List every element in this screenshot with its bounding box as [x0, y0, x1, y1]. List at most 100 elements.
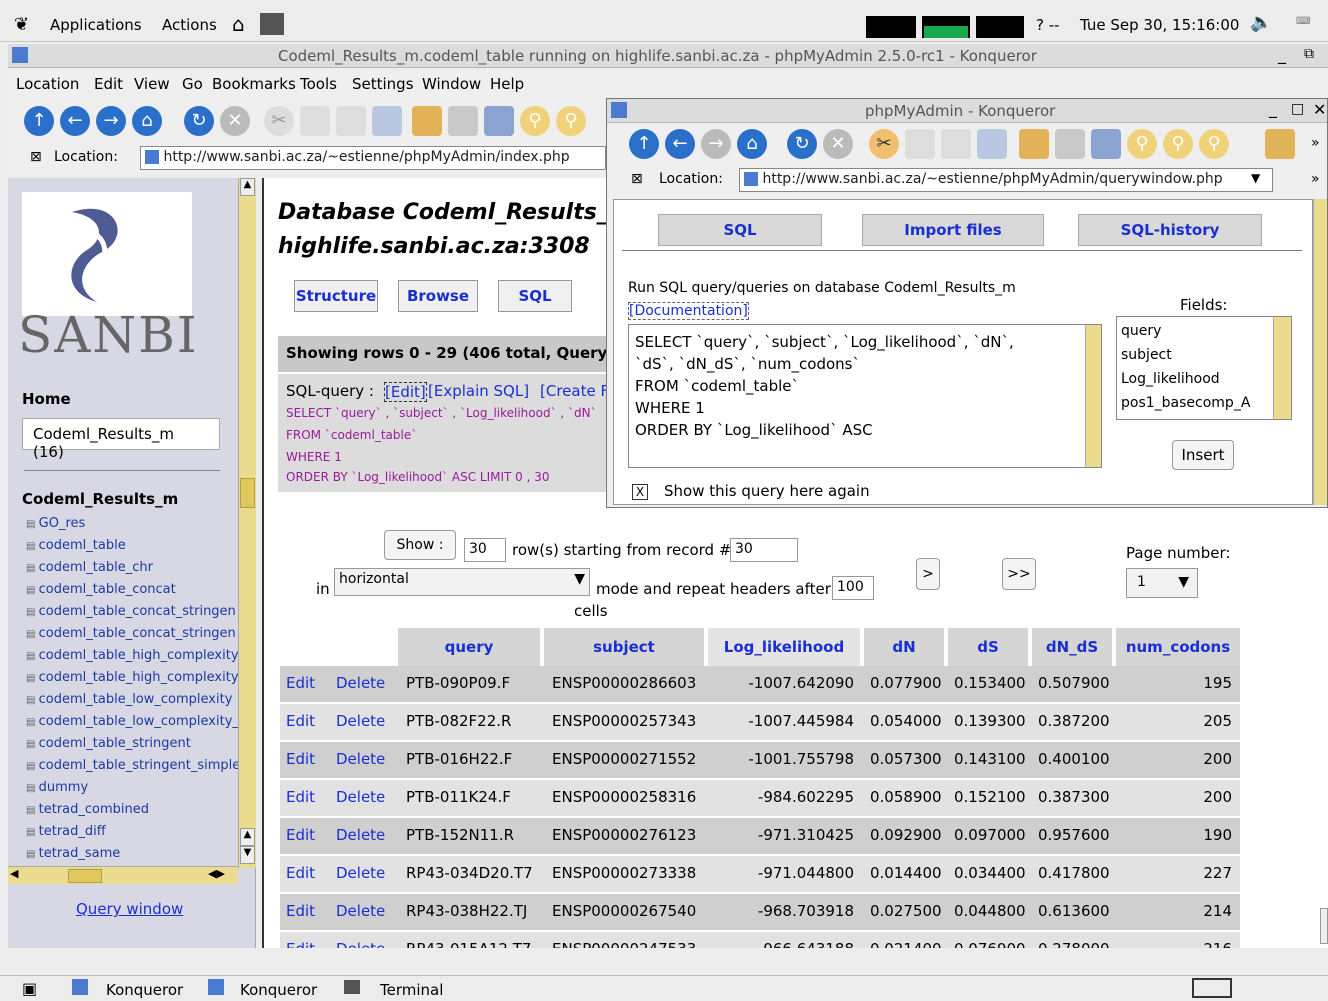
rows-count-input[interactable]: 30	[464, 538, 506, 562]
chevron-down-icon[interactable]: ▼	[1251, 171, 1260, 185]
workspace-switcher[interactable]	[1192, 978, 1232, 998]
row-delete-link[interactable]: Delete	[336, 940, 385, 948]
print-icon[interactable]	[977, 129, 1007, 159]
field-option[interactable]: Log_likelihood	[1121, 371, 1220, 387]
column-header-num-codons[interactable]: num_codons	[1116, 628, 1240, 666]
security-icon[interactable]	[1091, 129, 1121, 159]
stop-icon[interactable]: ✕	[823, 129, 853, 159]
tab-browse[interactable]: Browse	[398, 280, 478, 312]
keyboard-icon[interactable]: ⌨	[1296, 16, 1310, 27]
row-edit-link[interactable]: Edit	[286, 864, 315, 882]
konqueror-icon[interactable]	[611, 102, 627, 118]
page-number-select[interactable]: 1 ▼	[1126, 568, 1198, 598]
row-delete-link[interactable]: Delete	[336, 826, 385, 844]
volume-icon[interactable]: 🔈	[1250, 12, 1272, 33]
menu-view[interactable]: View	[134, 75, 170, 93]
cut-icon[interactable]: ✂	[264, 106, 294, 136]
scroll-left-arrow-icon[interactable]: ◀	[10, 867, 18, 880]
sidebar-table-item[interactable]: tetrad_same	[26, 846, 121, 861]
sidebar-vertical-scrollbar[interactable]: ▲ ▲ ▼	[238, 178, 256, 868]
sidebar-scroll-thumb[interactable]	[240, 478, 255, 508]
menu-settings[interactable]: Settings	[352, 75, 414, 93]
find-icon[interactable]: ⚲	[520, 106, 550, 136]
zoom-icon[interactable]: ⚲	[556, 106, 586, 136]
row-edit-link[interactable]: Edit	[286, 750, 315, 768]
column-header-log-likelihood[interactable]: Log_likelihood	[708, 628, 860, 666]
sidebar-table-item[interactable]: tetrad_combined	[26, 802, 149, 817]
sidebar-table-item[interactable]: codeml_table_chr	[26, 560, 153, 575]
forward-arrow-icon[interactable]: →	[701, 129, 731, 159]
minimize-icon[interactable]: _	[1269, 99, 1277, 118]
menu-bookmarks[interactable]: Bookmarks	[212, 75, 296, 93]
taskbar-item-konqueror-2[interactable]: Konqueror	[240, 981, 317, 999]
font-smaller-icon[interactable]	[448, 106, 478, 136]
toolbar-overflow-icon[interactable]: »	[1311, 171, 1320, 187]
menu-edit[interactable]: Edit	[94, 75, 123, 93]
row-delete-link[interactable]: Delete	[336, 674, 385, 692]
row-edit-link[interactable]: Edit	[286, 902, 315, 920]
menu-location[interactable]: Location	[16, 75, 79, 93]
font-larger-icon[interactable]	[412, 106, 442, 136]
sidebar-table-item[interactable]: codeml_table_low_complexity	[26, 692, 233, 707]
fields-scrollbar[interactable]	[1273, 317, 1291, 419]
popup-tab-sql[interactable]: SQL	[658, 214, 822, 246]
back-arrow-icon[interactable]: ←	[60, 106, 90, 136]
main-url-input[interactable]: http://www.sanbi.ac.za/~estienne/phpMyAd…	[140, 146, 606, 170]
up-arrow-icon[interactable]: ↑	[24, 106, 54, 136]
copy-icon[interactable]	[300, 106, 330, 136]
row-delete-link[interactable]: Delete	[336, 864, 385, 882]
database-select[interactable]: Codeml_Results_m (16)	[22, 418, 220, 461]
create-php-link[interactable]: [Create F	[540, 382, 609, 400]
tab-structure[interactable]: Structure	[294, 280, 378, 312]
row-edit-link[interactable]: Edit	[286, 940, 315, 948]
edit-query-link[interactable]: [Edit]	[384, 382, 427, 402]
popup-url-input[interactable]: http://www.sanbi.ac.za/~estienne/phpMyAd…	[739, 168, 1273, 192]
insert-button[interactable]: Insert	[1172, 440, 1234, 470]
sql-query-textarea[interactable]: SELECT `query`, `subject`, `Log_likeliho…	[628, 324, 1102, 468]
lock-icon[interactable]	[1265, 129, 1295, 159]
find-icon[interactable]: ⚲	[1127, 129, 1157, 159]
fields-list[interactable]: query subject Log_likelihood pos1_baseco…	[1116, 316, 1292, 420]
main-window-titlebar[interactable]: Codeml_Results_m.codeml_table running on…	[8, 44, 1328, 68]
documentation-link[interactable]: [Documentation]	[628, 302, 749, 320]
taskbar-item-konqueror-1[interactable]: Konqueror	[106, 981, 183, 999]
gnome-foot-icon[interactable]: ❦	[14, 14, 29, 35]
sidebar-table-item[interactable]: codeml_table_concat_stringen	[26, 604, 236, 619]
row-delete-link[interactable]: Delete	[336, 788, 385, 806]
row-edit-link[interactable]: Edit	[286, 788, 315, 806]
last-page-button[interactable]: >>	[1002, 558, 1036, 590]
font-smaller-icon[interactable]	[1055, 129, 1085, 159]
zoom-in-icon[interactable]: ⚲	[1163, 129, 1193, 159]
row-edit-link[interactable]: Edit	[286, 712, 315, 730]
sidebar-table-item[interactable]: GO_res	[26, 516, 86, 531]
menu-go[interactable]: Go	[182, 75, 203, 93]
sidebar-table-item[interactable]: codeml_table_stringent	[26, 736, 191, 751]
sidebar-table-item[interactable]: codeml_table_high_complexity	[26, 648, 239, 663]
home-link[interactable]: Home	[22, 390, 71, 408]
reload-icon[interactable]: ↻	[787, 129, 817, 159]
mode-select[interactable]: horizontal ▼	[334, 568, 590, 596]
menu-help[interactable]: Help	[490, 75, 524, 93]
security-icon[interactable]	[484, 106, 514, 136]
query-window-link[interactable]: Query window	[76, 900, 183, 918]
screen-launcher-icon[interactable]	[260, 13, 284, 35]
popup-titlebar[interactable]: phpMyAdmin - Konqueror _ □ ✕	[607, 99, 1327, 123]
row-edit-link[interactable]: Edit	[286, 674, 315, 692]
sidebar-table-item[interactable]: codeml_table_high_complexity	[26, 670, 239, 685]
print-icon[interactable]	[372, 106, 402, 136]
start-record-input[interactable]: 30	[730, 538, 798, 562]
scroll-right-arrow-icon[interactable]: ◀▶	[208, 867, 225, 880]
sidebar-table-item[interactable]: dummy	[26, 780, 89, 795]
column-header-subject[interactable]: subject	[544, 628, 704, 666]
reload-icon[interactable]: ↻	[184, 106, 214, 136]
cut-icon[interactable]: ✂	[869, 129, 899, 159]
sidebar-table-item[interactable]: tetrad_diff	[26, 824, 106, 839]
scroll-up-arrow-icon[interactable]: ▲	[240, 828, 255, 846]
minimize-icon[interactable]: _	[1278, 45, 1286, 64]
repeat-headers-input[interactable]: 100	[832, 576, 874, 600]
field-option[interactable]: pos1_basecomp_A	[1121, 395, 1250, 411]
paste-icon[interactable]	[941, 129, 971, 159]
sidebar-table-item[interactable]: codeml_table_stringent_simple	[26, 758, 241, 773]
show-again-checkbox[interactable]: X	[632, 484, 648, 500]
copy-icon[interactable]	[905, 129, 935, 159]
